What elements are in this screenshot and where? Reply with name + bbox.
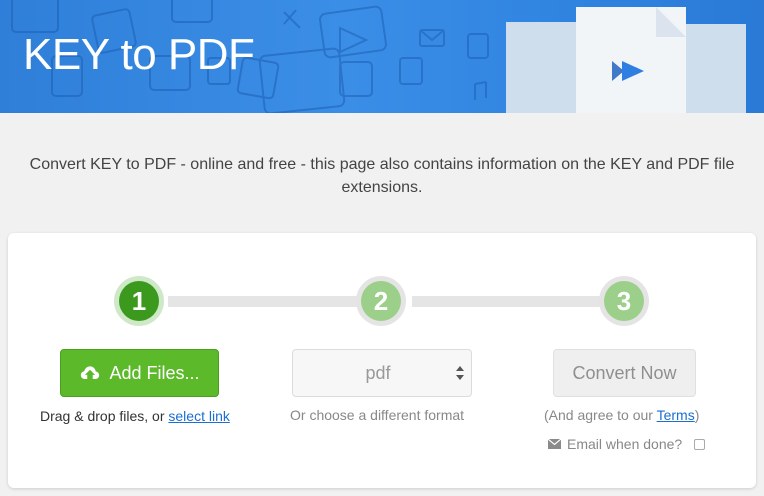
progress-track-2-3: [412, 296, 610, 307]
file-illustration-front: [576, 7, 686, 113]
drag-drop-text: Drag & drop files, or: [40, 408, 169, 424]
email-when-done-row: Email when done?: [548, 435, 706, 453]
terms-link[interactable]: Terms: [657, 407, 695, 423]
output-format-select[interactable]: pdf: [292, 349, 472, 397]
select-arrows-icon: [456, 366, 464, 380]
hero-banner: KEY to PDF: [0, 0, 764, 113]
email-when-done-checkbox[interactable]: [694, 438, 706, 450]
file-illustration-right: [686, 24, 746, 113]
page-title: KEY to PDF: [23, 30, 255, 79]
email-when-done-label: Email when done?: [567, 436, 683, 452]
add-files-button[interactable]: Add Files...: [60, 349, 219, 397]
upload-cloud-icon: [81, 366, 100, 379]
agree-suffix: ): [694, 407, 700, 423]
step-3-number: 3: [604, 281, 644, 321]
conversion-card: 1 2 3 Add Files... Drag & drop files, or…: [8, 233, 756, 488]
step-1-number: 1: [119, 281, 159, 321]
convert-now-button[interactable]: Convert Now: [553, 349, 696, 397]
format-caption: Or choose a different format: [290, 407, 465, 423]
step-3-indicator: 3: [599, 276, 649, 326]
agree-prefix: (And agree to our: [544, 407, 657, 423]
intro-description: Convert KEY to PDF - online and free - t…: [29, 156, 735, 196]
add-files-label: Add Files...: [109, 362, 200, 383]
step-1-indicator: 1: [114, 276, 164, 326]
file-illustration-back: [506, 22, 586, 113]
selected-format-value: pdf: [365, 363, 391, 383]
mail-icon: [548, 439, 561, 449]
step-2-indicator: 2: [356, 276, 406, 326]
progress-track-1-2: [168, 296, 367, 307]
drag-drop-hint: Drag & drop files, or select link: [40, 408, 230, 424]
select-files-link[interactable]: select link: [168, 408, 229, 424]
play-icon: [612, 7, 686, 81]
terms-agreement: (And agree to our Terms): [544, 407, 699, 423]
step-2-number: 2: [361, 281, 401, 321]
